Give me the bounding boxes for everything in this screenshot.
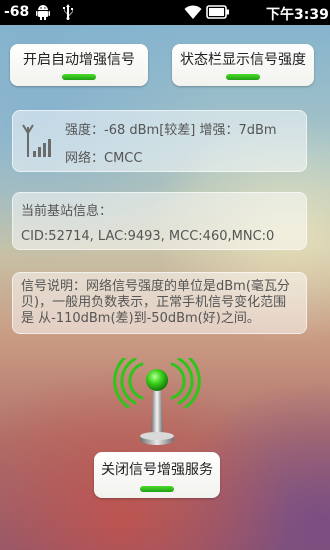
statusbar-signal-button[interactable]: 状态栏显示信号强度 bbox=[172, 44, 314, 86]
close-service-label: 关闭信号增强服务 bbox=[101, 462, 213, 478]
signal-tower-icon bbox=[113, 358, 201, 445]
statusbar-signal-label: 状态栏显示信号强度 bbox=[180, 52, 306, 68]
signal-strength-icon bbox=[22, 124, 51, 157]
signal-info-panel: 强度：-68 dBm[较差] 增强：7dBm 网络：CMCC bbox=[12, 110, 307, 172]
signal-description: 信号说明：网络信号强度的单位是dBm(毫瓦分 贝)，一般用负数表示，正常手机信号… bbox=[12, 272, 307, 334]
auto-boost-indicator bbox=[62, 74, 96, 80]
battery-icon bbox=[206, 5, 229, 19]
android-icon bbox=[36, 5, 50, 20]
auto-boost-label: 开启自动增强信号 bbox=[23, 52, 135, 68]
wifi-icon bbox=[184, 5, 202, 19]
usb-icon bbox=[63, 4, 73, 20]
network-text: 网络：CMCC bbox=[65, 151, 143, 166]
auto-boost-button[interactable]: 开启自动增强信号 bbox=[10, 44, 148, 86]
status-signal-value: -68 bbox=[4, 4, 30, 20]
base-station-title: 当前基站信息： bbox=[21, 204, 113, 219]
status-bar: -68 下午3:39 bbox=[0, 0, 330, 25]
base-station-value: CID:52714, LAC:9493, MCC:460,MNC:0 bbox=[21, 229, 275, 244]
statusbar-signal-indicator bbox=[226, 74, 260, 80]
status-time: 下午3:39 bbox=[266, 7, 329, 23]
close-service-indicator bbox=[140, 486, 174, 492]
close-service-button[interactable]: 关闭信号增强服务 bbox=[94, 452, 220, 498]
base-station-panel: 当前基站信息： CID:52714, LAC:9493, MCC:460,MNC… bbox=[12, 192, 307, 250]
signal-strength-text: 强度：-68 dBm[较差] 增强：7dBm bbox=[65, 123, 277, 138]
